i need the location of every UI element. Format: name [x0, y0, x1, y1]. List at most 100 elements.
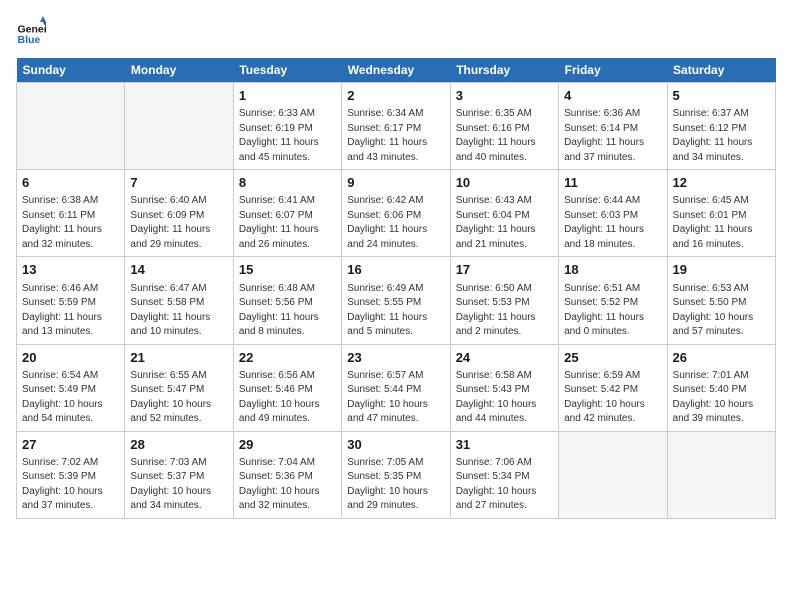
calendar-cell: 25 Sunrise: 6:59 AM Sunset: 5:42 PM Dayli… — [559, 344, 667, 431]
day-info: Sunrise: 6:55 AM Sunset: 5:47 PM Dayligh… — [130, 369, 227, 427]
day-info: Sunrise: 6:38 AM Sunset: 6:11 PM Dayligh… — [22, 194, 119, 252]
day-info: Sunrise: 6:43 AM Sunset: 6:04 PM Dayligh… — [456, 194, 553, 252]
day-info: Sunrise: 6:44 AM Sunset: 6:03 PM Dayligh… — [564, 194, 661, 252]
calendar-week-row: 6 Sunrise: 6:38 AM Sunset: 6:11 PM Daylig… — [17, 170, 776, 257]
day-number: 21 — [130, 349, 227, 367]
day-number: 20 — [22, 349, 119, 367]
day-number: 31 — [456, 436, 553, 454]
calendar-cell: 4Sunrise: 6:36 AM Sunset: 6:14 PM Daylig… — [559, 83, 667, 170]
calendar-cell: 9Sunrise: 6:42 AM Sunset: 6:06 PM Daylig… — [342, 170, 450, 257]
day-info: Sunrise: 7:06 AM Sunset: 5:34 PM Dayligh… — [456, 456, 553, 514]
calendar-cell: 14 Sunrise: 6:47 AM Sunset: 5:58 PM Dayli… — [125, 257, 233, 344]
day-info: Sunrise: 7:03 AM Sunset: 5:37 PM Dayligh… — [130, 456, 227, 514]
calendar-cell: 26 Sunrise: 7:01 AM Sunset: 5:40 PM Dayli… — [667, 344, 775, 431]
calendar-cell: 15Sunrise: 6:48 AM Sunset: 5:56 PM Dayli… — [233, 257, 341, 344]
day-number: 18 — [564, 261, 661, 279]
day-number: 25 — [564, 349, 661, 367]
calendar-header-row: SundayMondayTuesdayWednesdayThursdayFrid… — [17, 58, 776, 83]
day-number: 17 — [456, 261, 553, 279]
day-number: 14 — [130, 261, 227, 279]
calendar-cell: 3 Sunrise: 6:35 AM Sunset: 6:16 PM Daylig… — [450, 83, 558, 170]
day-number: 3 — [456, 87, 553, 105]
day-number: 24 — [456, 349, 553, 367]
day-info: Sunrise: 7:01 AM Sunset: 5:40 PM Dayligh… — [673, 369, 770, 427]
calendar-cell: 8Sunrise: 6:41 AM Sunset: 6:07 PM Daylig… — [233, 170, 341, 257]
day-info: Sunrise: 6:56 AM Sunset: 5:46 PM Dayligh… — [239, 369, 336, 427]
calendar-cell: 22 Sunrise: 6:56 AM Sunset: 5:46 PM Dayli… — [233, 344, 341, 431]
calendar-cell: 2 Sunrise: 6:34 AM Sunset: 6:17 PM Daylig… — [342, 83, 450, 170]
day-info: Sunrise: 6:51 AM Sunset: 5:52 PM Dayligh… — [564, 282, 661, 340]
weekday-header-saturday: Saturday — [667, 58, 775, 83]
day-number: 22 — [239, 349, 336, 367]
calendar-cell: 18 Sunrise: 6:51 AM Sunset: 5:52 PM Dayli… — [559, 257, 667, 344]
day-info: Sunrise: 6:45 AM Sunset: 6:01 PM Dayligh… — [673, 194, 770, 252]
day-number: 7 — [130, 174, 227, 192]
weekday-header-monday: Monday — [125, 58, 233, 83]
day-info: Sunrise: 6:54 AM Sunset: 5:49 PM Dayligh… — [22, 369, 119, 427]
calendar-cell: 16 Sunrise: 6:49 AM Sunset: 5:55 PM Dayli… — [342, 257, 450, 344]
calendar-cell: 17 Sunrise: 6:50 AM Sunset: 5:53 PM Dayli… — [450, 257, 558, 344]
calendar-cell: 11 Sunrise: 6:44 AM Sunset: 6:03 PM Dayli… — [559, 170, 667, 257]
weekday-header-wednesday: Wednesday — [342, 58, 450, 83]
calendar-cell: 30 Sunrise: 7:05 AM Sunset: 5:35 PM Dayli… — [342, 431, 450, 518]
calendar-cell: 12 Sunrise: 6:45 AM Sunset: 6:01 PM Dayli… — [667, 170, 775, 257]
day-info: Sunrise: 6:34 AM Sunset: 6:17 PM Dayligh… — [347, 107, 444, 165]
calendar-cell — [667, 431, 775, 518]
day-number: 4 — [564, 87, 661, 105]
day-info: Sunrise: 6:33 AM Sunset: 6:19 PM Dayligh… — [239, 107, 336, 165]
calendar-cell — [17, 83, 125, 170]
calendar-cell: 21 Sunrise: 6:55 AM Sunset: 5:47 PM Dayli… — [125, 344, 233, 431]
calendar-week-row: 1Sunrise: 6:33 AM Sunset: 6:19 PM Daylig… — [17, 83, 776, 170]
calendar-cell: 23Sunrise: 6:57 AM Sunset: 5:44 PM Dayli… — [342, 344, 450, 431]
page-header: General Blue — [16, 16, 776, 46]
calendar-table: SundayMondayTuesdayWednesdayThursdayFrid… — [16, 58, 776, 519]
logo-icon: General Blue — [16, 16, 46, 46]
calendar-cell: 24 Sunrise: 6:58 AM Sunset: 5:43 PM Dayli… — [450, 344, 558, 431]
day-number: 23 — [347, 349, 444, 367]
day-info: Sunrise: 7:05 AM Sunset: 5:35 PM Dayligh… — [347, 456, 444, 514]
calendar-cell: 19 Sunrise: 6:53 AM Sunset: 5:50 PM Dayli… — [667, 257, 775, 344]
day-info: Sunrise: 6:41 AM Sunset: 6:07 PM Dayligh… — [239, 194, 336, 252]
weekday-header-friday: Friday — [559, 58, 667, 83]
calendar-week-row: 20 Sunrise: 6:54 AM Sunset: 5:49 PM Dayli… — [17, 344, 776, 431]
calendar-cell: 6 Sunrise: 6:38 AM Sunset: 6:11 PM Daylig… — [17, 170, 125, 257]
day-number: 13 — [22, 261, 119, 279]
calendar-cell: 27 Sunrise: 7:02 AM Sunset: 5:39 PM Dayli… — [17, 431, 125, 518]
calendar-week-row: 13Sunrise: 6:46 AM Sunset: 5:59 PM Dayli… — [17, 257, 776, 344]
day-info: Sunrise: 6:35 AM Sunset: 6:16 PM Dayligh… — [456, 107, 553, 165]
day-number: 15 — [239, 261, 336, 279]
weekday-header-thursday: Thursday — [450, 58, 558, 83]
calendar-cell: 13Sunrise: 6:46 AM Sunset: 5:59 PM Dayli… — [17, 257, 125, 344]
calendar-week-row: 27 Sunrise: 7:02 AM Sunset: 5:39 PM Dayli… — [17, 431, 776, 518]
day-number: 2 — [347, 87, 444, 105]
weekday-header-sunday: Sunday — [17, 58, 125, 83]
day-info: Sunrise: 6:58 AM Sunset: 5:43 PM Dayligh… — [456, 369, 553, 427]
calendar-cell: 29 Sunrise: 7:04 AM Sunset: 5:36 PM Dayli… — [233, 431, 341, 518]
day-info: Sunrise: 6:50 AM Sunset: 5:53 PM Dayligh… — [456, 282, 553, 340]
day-number: 26 — [673, 349, 770, 367]
day-number: 9 — [347, 174, 444, 192]
day-number: 16 — [347, 261, 444, 279]
day-info: Sunrise: 6:49 AM Sunset: 5:55 PM Dayligh… — [347, 282, 444, 340]
day-info: Sunrise: 6:53 AM Sunset: 5:50 PM Dayligh… — [673, 282, 770, 340]
day-number: 5 — [673, 87, 770, 105]
day-info: Sunrise: 6:59 AM Sunset: 5:42 PM Dayligh… — [564, 369, 661, 427]
day-number: 30 — [347, 436, 444, 454]
calendar-cell: 7Sunrise: 6:40 AM Sunset: 6:09 PM Daylig… — [125, 170, 233, 257]
calendar-cell — [125, 83, 233, 170]
day-number: 12 — [673, 174, 770, 192]
day-number: 27 — [22, 436, 119, 454]
day-number: 29 — [239, 436, 336, 454]
day-number: 19 — [673, 261, 770, 279]
calendar-cell: 28 Sunrise: 7:03 AM Sunset: 5:37 PM Dayli… — [125, 431, 233, 518]
day-info: Sunrise: 6:47 AM Sunset: 5:58 PM Dayligh… — [130, 282, 227, 340]
day-number: 6 — [22, 174, 119, 192]
calendar-cell: 10 Sunrise: 6:43 AM Sunset: 6:04 PM Dayli… — [450, 170, 558, 257]
calendar-cell — [559, 431, 667, 518]
day-number: 11 — [564, 174, 661, 192]
day-number: 10 — [456, 174, 553, 192]
day-number: 28 — [130, 436, 227, 454]
calendar-cell: 5Sunrise: 6:37 AM Sunset: 6:12 PM Daylig… — [667, 83, 775, 170]
day-info: Sunrise: 7:02 AM Sunset: 5:39 PM Dayligh… — [22, 456, 119, 514]
day-info: Sunrise: 7:04 AM Sunset: 5:36 PM Dayligh… — [239, 456, 336, 514]
